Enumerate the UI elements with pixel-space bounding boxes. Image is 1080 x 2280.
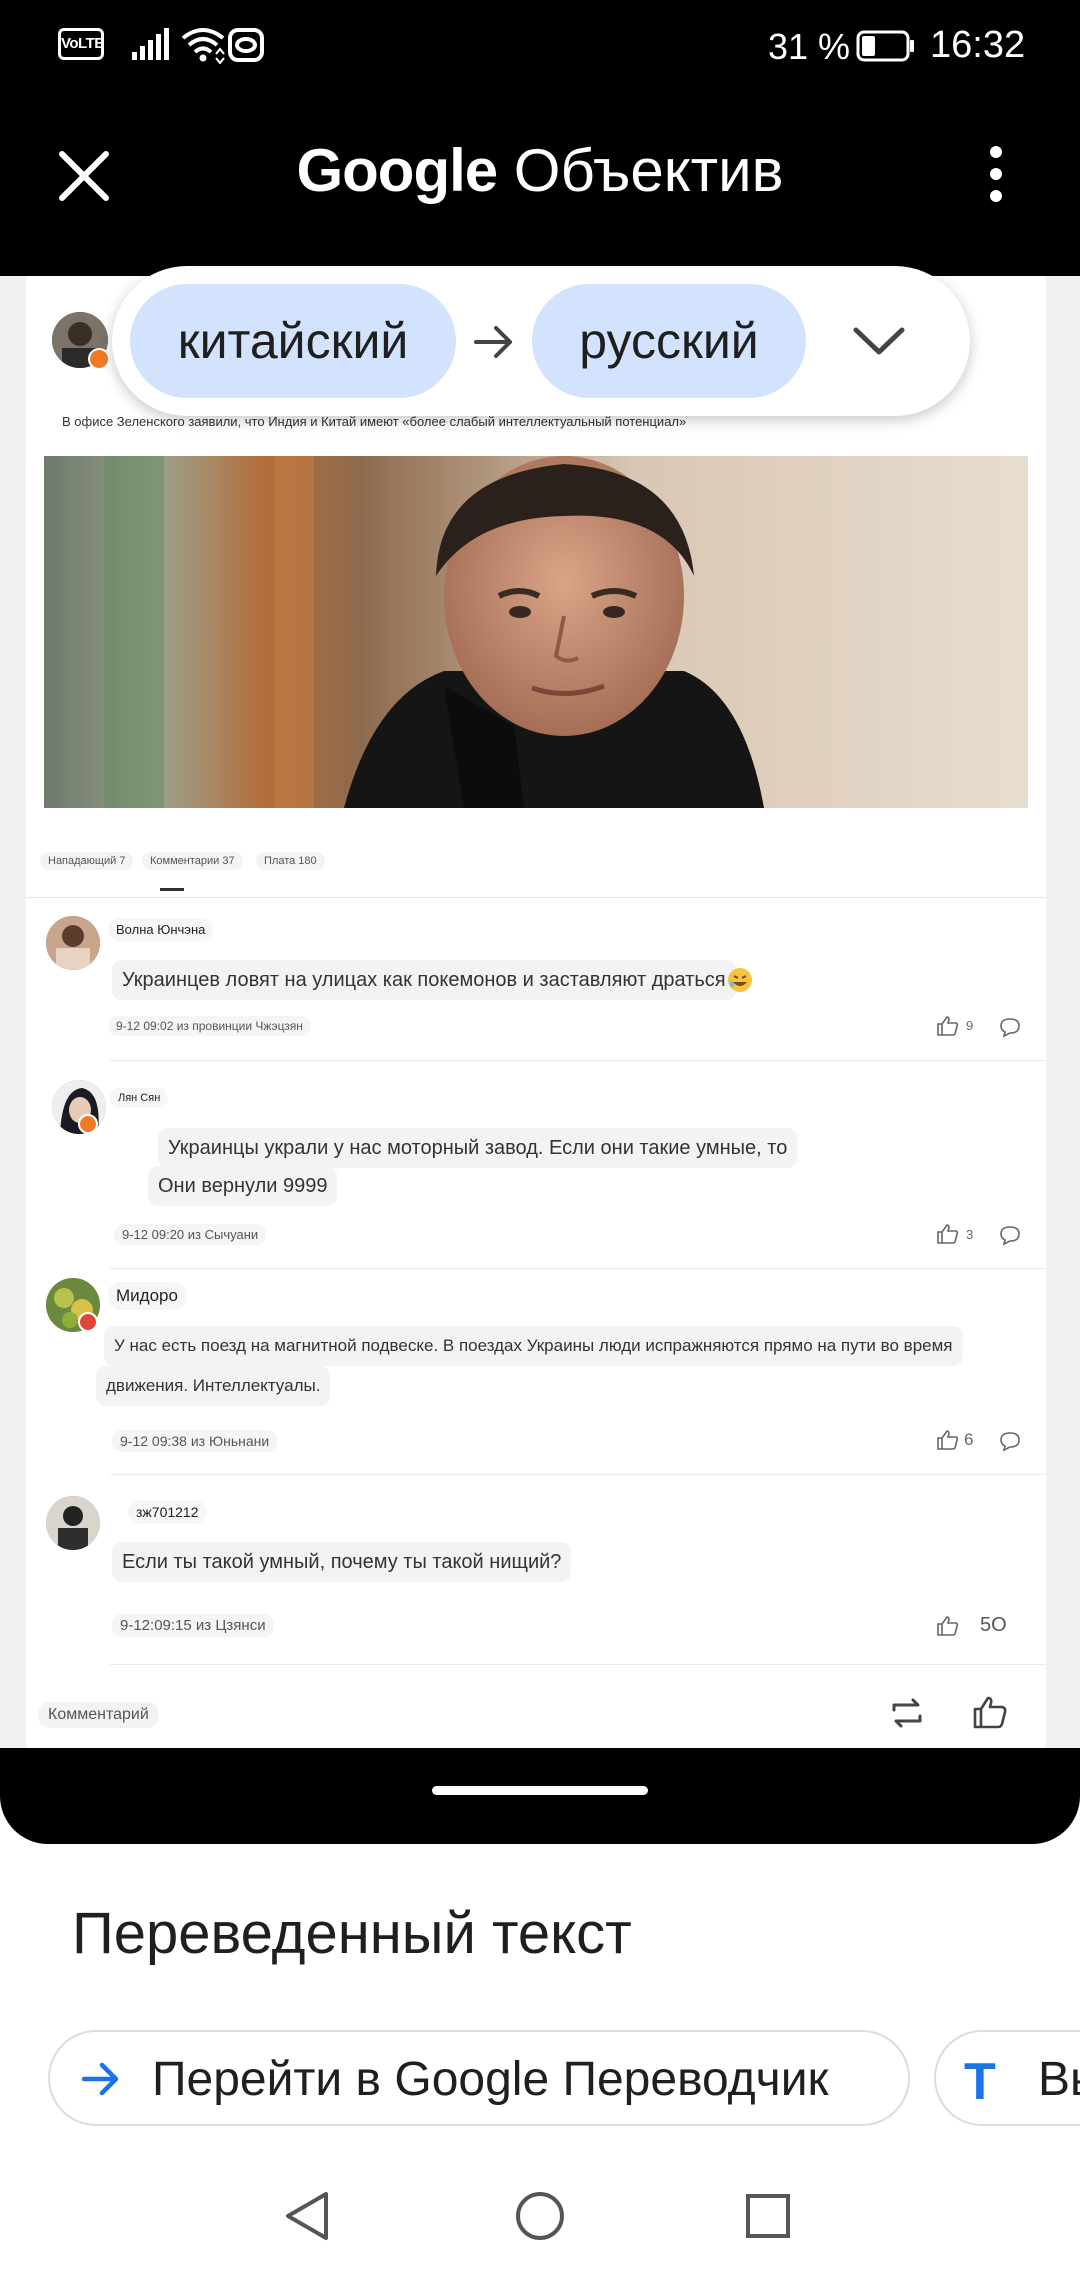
- arrow-right-icon: [474, 326, 512, 358]
- hotspot-icon: [228, 28, 264, 62]
- article-headline: В офисе Зеленского заявили, что Индия и …: [62, 414, 687, 429]
- bottom-sheet-top: [0, 1748, 1080, 1844]
- comment-author[interactable]: Волна Юнчэна: [108, 918, 214, 941]
- like-count: 9: [966, 1018, 974, 1033]
- thumbs-up-icon[interactable]: [972, 1694, 1008, 1730]
- comment-divider: [110, 1060, 1046, 1061]
- comment-text: Украинцев ловят на улицах как покемонов …: [112, 960, 736, 1000]
- reply-icon[interactable]: [998, 1016, 1022, 1038]
- text-format-icon: T: [964, 2053, 996, 2111]
- comment-author[interactable]: зж701212: [128, 1500, 207, 1524]
- home-icon[interactable]: [514, 2190, 566, 2242]
- thumbs-up-icon[interactable]: [936, 1614, 960, 1638]
- tab-reposts[interactable]: Нападающий 7: [40, 852, 134, 870]
- comment-text: Они вернули 9999: [148, 1166, 338, 1206]
- active-tab-indicator: [160, 888, 184, 891]
- article-photo: [44, 456, 1028, 808]
- avatar[interactable]: [46, 1496, 100, 1550]
- target-language-chip[interactable]: русский: [532, 284, 806, 398]
- avatar[interactable]: [46, 916, 100, 970]
- comment-meta: 9-12 09:02 из провинции Чжэцзян: [108, 1016, 311, 1036]
- more-vert-icon[interactable]: [976, 142, 1016, 206]
- reply-icon[interactable]: [998, 1224, 1022, 1246]
- comment-input[interactable]: Комментарий: [38, 1702, 159, 1728]
- comment-divider: [110, 1268, 1046, 1269]
- image-margin: [0, 276, 26, 1748]
- translated-text-title: Переведенный текст: [72, 1901, 632, 1966]
- comment-meta: 9-12 09:38 из Юньнани: [112, 1430, 278, 1452]
- text-action-label: Вы: [1038, 2053, 1080, 2106]
- comment-author[interactable]: Лян Сян: [110, 1088, 169, 1108]
- volte-icon: VoLTE: [58, 28, 104, 60]
- battery-icon: [856, 30, 914, 62]
- reply-icon[interactable]: [998, 1430, 1022, 1452]
- status-bar: VoLTE 31 % 16:32: [0, 0, 1080, 96]
- thumbs-up-icon[interactable]: [936, 1428, 960, 1452]
- comment-text: Если ты такой умный, почему ты такой нищ…: [112, 1542, 572, 1582]
- tab-comments[interactable]: Комментарии 37: [142, 852, 243, 870]
- verified-badge-icon: [78, 1114, 98, 1134]
- tab-likes[interactable]: Плата 180: [256, 852, 325, 870]
- image-margin: [1046, 276, 1080, 1748]
- signal-icon: [132, 28, 169, 60]
- repost-icon[interactable]: [888, 1696, 926, 1730]
- open-translate-button[interactable]: Перейти в Google Переводчик: [48, 2030, 910, 2126]
- wifi-icon: [181, 28, 225, 64]
- comment-divider: [110, 1474, 1046, 1475]
- laughing-emoji-icon: [728, 968, 752, 992]
- comment-author[interactable]: Мидоро: [108, 1282, 186, 1310]
- comment-meta: 9-12 09:20 из Сычуани: [114, 1224, 267, 1245]
- text-action-button[interactable]: T Вы: [934, 2030, 1080, 2126]
- app-header: Google Объектив: [0, 96, 1080, 276]
- lens-label: Объектив: [497, 137, 784, 204]
- recents-icon[interactable]: [744, 2192, 792, 2240]
- battery-percent: 31 %: [768, 26, 851, 67]
- comment-meta: 9-12:09:15 из Цзянси: [112, 1614, 274, 1637]
- like-count: 3: [966, 1227, 974, 1242]
- comment-text-content: Украинцев ловят на улицах как покемонов …: [122, 969, 726, 991]
- comment-text: Украинцы украли у нас моторный завод. Ес…: [158, 1128, 798, 1168]
- comment-text: У нас есть поезд на магнитной подвеске. …: [104, 1326, 963, 1366]
- language-selector: китайский русский: [112, 266, 970, 416]
- source-language-chip[interactable]: китайский: [130, 284, 456, 398]
- like-count: 5О: [980, 1614, 1007, 1636]
- open-translate-label: Перейти в Google Переводчик: [152, 2053, 829, 2106]
- thumbs-up-icon[interactable]: [936, 1222, 960, 1246]
- thumbs-up-icon[interactable]: [936, 1014, 960, 1038]
- clock: 16:32: [930, 24, 1026, 66]
- like-count: 6: [964, 1430, 974, 1449]
- badge-icon: [78, 1312, 98, 1332]
- verified-badge-icon: [88, 348, 110, 370]
- drag-handle[interactable]: [432, 1786, 648, 1795]
- app-title: Google Объектив: [0, 136, 1080, 205]
- back-icon[interactable]: [282, 2188, 332, 2244]
- comment-text: движения. Интеллектуалы.: [96, 1366, 331, 1406]
- arrow-right-icon: [81, 2062, 119, 2096]
- chevron-down-icon[interactable]: [852, 320, 906, 362]
- google-wordmark: Google: [296, 137, 498, 204]
- comment-divider: [110, 1664, 1046, 1665]
